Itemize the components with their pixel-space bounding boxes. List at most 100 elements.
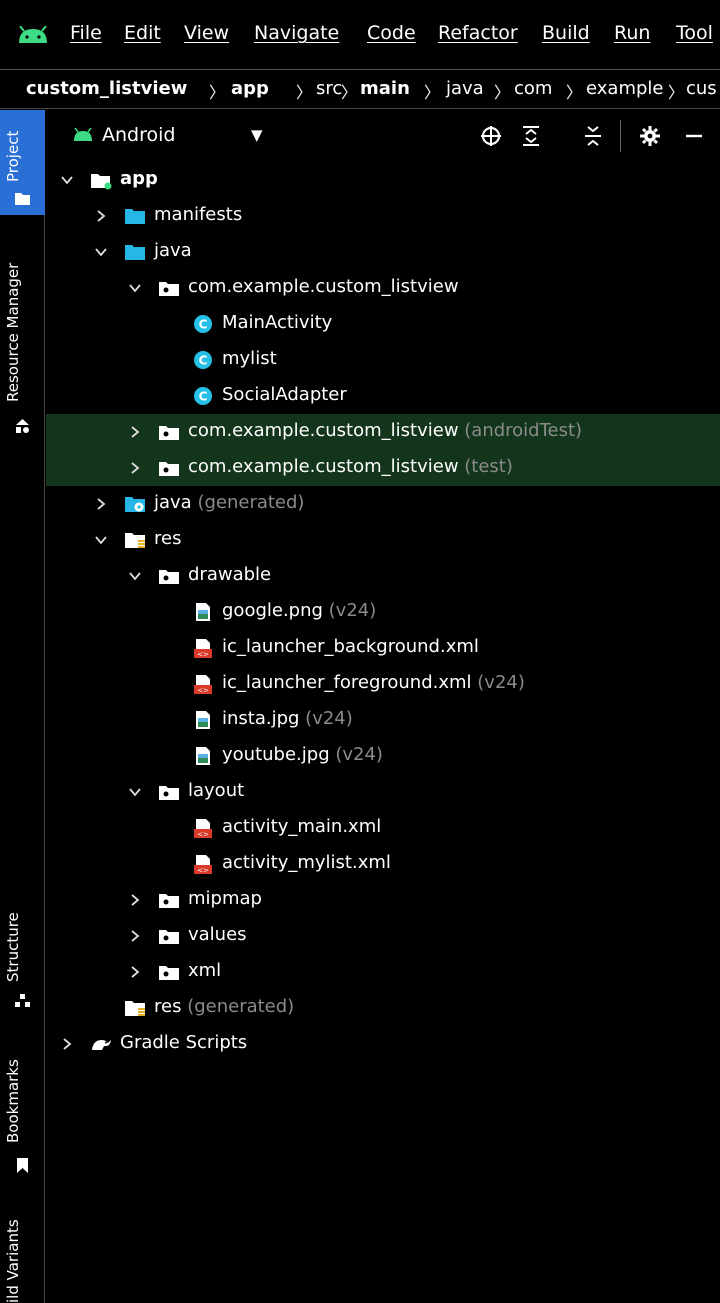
chevron-down-icon[interactable] (94, 531, 108, 545)
tree-item-name: app (120, 168, 158, 189)
project-panel-header: Android ▼ (46, 110, 720, 162)
project-view-selector[interactable]: Android (102, 124, 175, 146)
tree-item[interactable]: mipmap (46, 882, 720, 918)
expand-all-icon[interactable] (519, 124, 543, 148)
tree-item-label: com.example.custom_listview (androidTest… (188, 420, 582, 441)
chevron-right-icon[interactable] (128, 927, 142, 942)
svg-text:C: C (199, 354, 208, 368)
gradle-icon (90, 1034, 112, 1054)
tree-item-label: insta.jpg (v24) (222, 708, 353, 729)
chevron-right-icon[interactable] (128, 963, 142, 978)
tree-item[interactable]: layout (46, 774, 720, 810)
gear-icon[interactable] (638, 124, 662, 148)
chevron-down-icon[interactable] (128, 567, 142, 581)
breadcrumb-item[interactable]: src (316, 78, 342, 99)
tree-item[interactable]: google.png (v24) (46, 594, 720, 630)
menu-view[interactable]: View (184, 22, 229, 44)
tree-item[interactable]: com.example.custom_listview (test) (46, 450, 720, 486)
tree-item[interactable]: youtube.jpg (v24) (46, 738, 720, 774)
menu-run[interactable]: Run (614, 22, 650, 44)
breadcrumb-item[interactable]: app (231, 78, 269, 99)
tree-item[interactable]: manifests (46, 198, 720, 234)
chevron-right-icon[interactable] (128, 891, 142, 906)
tab-build-variants[interactable]: ild Variants (0, 1205, 45, 1303)
breadcrumb-separator-icon: 〉 (424, 83, 441, 102)
menu-code[interactable]: Code (367, 22, 416, 44)
chevron-down-icon[interactable] (128, 279, 142, 293)
breadcrumb-item[interactable]: java (446, 78, 484, 99)
tree-item-label: mipmap (188, 888, 262, 909)
tree-item[interactable]: C MainActivity (46, 306, 720, 342)
tree-item[interactable]: java (46, 234, 720, 270)
menu-file[interactable]: File (70, 22, 102, 44)
breadcrumb-item[interactable]: main (360, 78, 410, 99)
svg-text:<>: <> (197, 687, 209, 695)
breadcrumb-item[interactable]: cus (686, 78, 717, 99)
breadcrumb-item[interactable]: com (514, 78, 552, 99)
tree-item[interactable]: res (generated) (46, 990, 720, 1026)
breadcrumb-item[interactable]: example (586, 78, 663, 99)
collapse-all-icon[interactable] (581, 124, 605, 148)
xml-file-icon: <> (192, 854, 214, 875)
tree-item-label: MainActivity (222, 312, 332, 333)
menu-edit[interactable]: Edit (124, 22, 161, 44)
menu-tools[interactable]: Tool (676, 22, 713, 44)
menu-bar: File Edit View Navigate Code Refactor Bu… (0, 0, 720, 70)
tree-item-name: java (154, 492, 192, 513)
structure-icon (15, 994, 30, 1007)
tree-item-name: activity_mylist.xml (222, 852, 391, 873)
breadcrumb-separator-icon: 〉 (341, 83, 358, 102)
menu-navigate[interactable]: Navigate (254, 22, 339, 44)
tree-item-name: MainActivity (222, 312, 333, 333)
tree-item[interactable]: java (generated) (46, 486, 720, 522)
tree-item[interactable]: res (46, 522, 720, 558)
tree-item-suffix: (v24) (329, 744, 383, 765)
tree-item[interactable]: values (46, 918, 720, 954)
chevron-down-icon[interactable] (94, 243, 108, 257)
tree-item-name: mylist (222, 348, 277, 369)
chevron-down-icon[interactable] (128, 783, 142, 797)
chevron-right-icon[interactable] (128, 459, 142, 474)
tree-item[interactable]: Cmylist (46, 342, 720, 378)
tab-resource-manager[interactable]: Resource Manager (0, 240, 45, 460)
tree-item[interactable]: com.example.custom_listview (androidTest… (46, 414, 720, 450)
tab-project[interactable]: Project (0, 110, 45, 215)
tab-bookmarks-label: Bookmarks (4, 1059, 22, 1143)
tree-item[interactable]: Gradle Scripts (46, 1026, 720, 1062)
tree-item-label: com.example.custom_listview (188, 276, 459, 297)
tree-item[interactable]: <> activity_main.xml (46, 810, 720, 846)
tab-bookmarks[interactable]: Bookmarks (0, 1045, 45, 1190)
tree-item[interactable]: com.example.custom_listview (46, 270, 720, 306)
chevron-right-icon[interactable] (94, 495, 108, 510)
menu-build[interactable]: Build (542, 22, 590, 44)
tree-item[interactable]: <> ic_launcher_background.xml (46, 630, 720, 666)
class-icon: C (192, 350, 214, 370)
tree-item-suffix: (androidTest) (458, 420, 583, 441)
tree-item-name: java (154, 240, 192, 261)
chevron-down-icon[interactable] (60, 171, 74, 185)
tree-item-label: activity_main.xml (222, 816, 381, 837)
locate-icon[interactable] (479, 124, 503, 148)
tree-item[interactable]: <> activity_mylist.xml (46, 846, 720, 882)
tree-item[interactable]: drawable (46, 558, 720, 594)
tab-structure-label: Structure (4, 912, 22, 982)
chevron-right-icon[interactable] (94, 207, 108, 222)
menu-refactor[interactable]: Refactor (438, 22, 518, 44)
breadcrumb-item[interactable]: custom_listview (26, 78, 187, 99)
tree-item[interactable]: <> ic_launcher_foreground.xml (v24) (46, 666, 720, 702)
package-folder-icon (158, 422, 180, 442)
tree-item[interactable]: xml (46, 954, 720, 990)
tree-item[interactable]: insta.jpg (v24) (46, 702, 720, 738)
class-icon: C (192, 314, 214, 334)
tab-structure[interactable]: Structure (0, 900, 45, 1020)
chevron-right-icon[interactable] (128, 423, 142, 438)
caret-down-icon[interactable]: ▼ (251, 126, 263, 144)
tree-item[interactable]: app (46, 162, 720, 198)
tree-item-name: ic_launcher_foreground.xml (222, 672, 472, 693)
resource-manager-icon (16, 419, 29, 433)
minimize-icon[interactable] (682, 124, 706, 148)
xml-file-icon: <> (192, 638, 214, 659)
header-separator (620, 120, 621, 152)
tree-item[interactable]: C SocialAdapter (46, 378, 720, 414)
chevron-right-icon[interactable] (60, 1035, 74, 1050)
